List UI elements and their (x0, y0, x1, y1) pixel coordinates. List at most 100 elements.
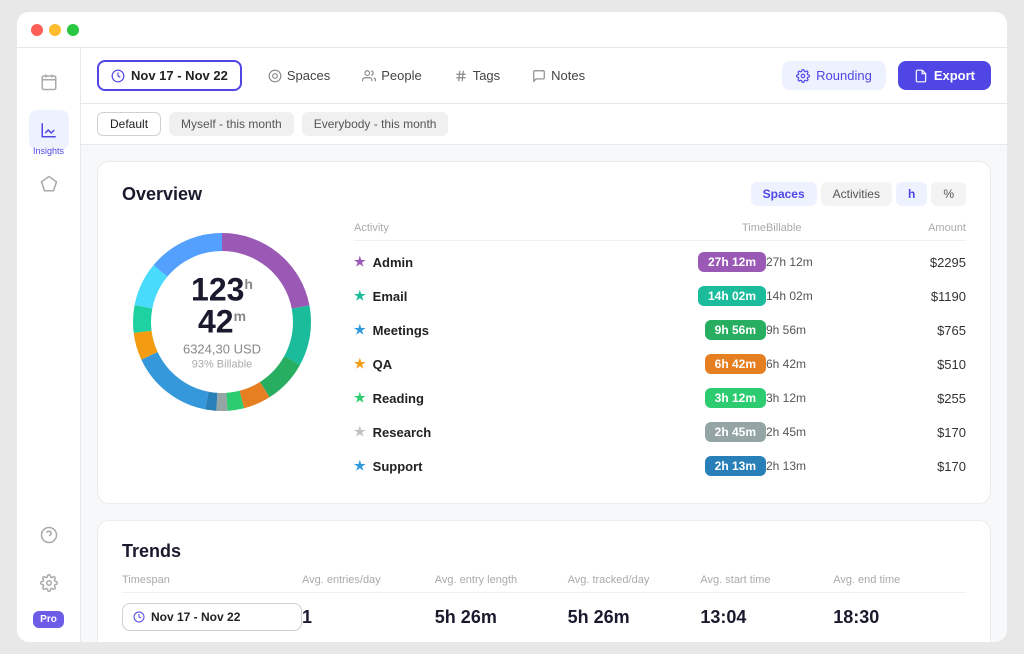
trends-date-button[interactable]: Nov 17 - Nov 22 (122, 603, 302, 631)
sidebar: Insights Pro (17, 48, 81, 642)
hours-suffix: h (244, 276, 253, 292)
sidebar-item-insights[interactable] (29, 110, 69, 150)
minimize-button[interactable] (49, 24, 61, 36)
amount-text: $170 (876, 459, 966, 474)
rounding-button[interactable]: Rounding (782, 61, 886, 90)
activity-row: ★ Email 14h 02m 14h 02m $1190 (354, 279, 966, 313)
topbar: Nov 17 - Nov 22 Spaces People Tags Notes (81, 48, 1007, 104)
activity-row: ★ Research 2h 45m 2h 45m $170 (354, 415, 966, 449)
overview-title: Overview (122, 184, 202, 205)
overview-card: Overview Spaces Activities h (97, 161, 991, 504)
activity-name: ★ Email (354, 288, 646, 304)
billable-text: 14h 02m (766, 289, 876, 303)
time-badge: 3h 12m (705, 388, 766, 408)
amount-text: $765 (876, 323, 966, 338)
activity-name: ★ Support (354, 458, 646, 474)
donut-billable: 93% Billable (172, 359, 272, 371)
avg-start: 13:04 (700, 607, 833, 628)
activity-name: ★ QA (354, 356, 646, 372)
filter-default[interactable]: Default (97, 112, 161, 136)
avg-end: 18:30 (833, 607, 966, 628)
activity-name: ★ Research (354, 424, 646, 440)
date-range-button[interactable]: Nov 17 - Nov 22 (97, 60, 242, 91)
nav-spaces-label: Spaces (287, 68, 330, 83)
activity-row: ★ Meetings 9h 56m 9h 56m $765 (354, 313, 966, 347)
sidebar-insights-label: Insights (33, 146, 64, 156)
activity-name: ★ Meetings (354, 322, 646, 338)
amount-text: $1190 (876, 289, 966, 304)
donut-center: 123h 42m 6324,30 USD 93% Billable (172, 274, 272, 371)
view-toggle: Spaces Activities h % (751, 182, 966, 206)
sidebar-item-settings[interactable] (29, 563, 69, 603)
activity-row: ★ QA 6h 42m 6h 42m $510 (354, 347, 966, 381)
date-range-label: Nov 17 - Nov 22 (131, 68, 228, 83)
nav-tags-label: Tags (473, 68, 500, 83)
activity-rows: ★ Admin 27h 12m 27h 12m $2295 ★ Email 14… (354, 245, 966, 483)
billable-text: 6h 42m (766, 357, 876, 371)
activity-row: ★ Reading 3h 12m 3h 12m $255 (354, 381, 966, 415)
star-icon: ★ (354, 356, 366, 372)
billable-text: 9h 56m (766, 323, 876, 337)
trends-title: Trends (122, 541, 966, 562)
sidebar-item-diamond[interactable] (29, 164, 69, 204)
view-spaces-btn[interactable]: Spaces (751, 182, 817, 206)
trends-header: Timespan Avg. entries/day Avg. entry len… (122, 574, 966, 593)
main-content: Nov 17 - Nov 22 Spaces People Tags Notes (81, 48, 1007, 642)
star-icon: ★ (354, 390, 366, 406)
overview-header: Overview Spaces Activities h (122, 182, 966, 206)
export-button[interactable]: Export (898, 61, 991, 90)
content-area: Overview Spaces Activities h (81, 145, 1007, 642)
avg-entry-length: 5h 26m (435, 607, 568, 628)
donut-chart: 123h 42m 6324,30 USD 93% Billable (122, 222, 322, 422)
minutes-suffix: m (234, 308, 246, 324)
filter-everybody[interactable]: Everybody - this month (302, 112, 449, 136)
amount-text: $255 (876, 391, 966, 406)
time-badge: 2h 13m (705, 456, 766, 476)
activity-name: ★ Reading (354, 390, 646, 406)
view-percent-btn[interactable]: % (931, 182, 966, 206)
star-icon: ★ (354, 254, 366, 270)
nav-people-label: People (381, 68, 421, 83)
sidebar-item-insights-group: Insights (29, 110, 69, 156)
trends-card: Trends Timespan Avg. entries/day Avg. en… (97, 520, 991, 642)
billable-text: 2h 45m (766, 425, 876, 439)
view-activities-btn[interactable]: Activities (821, 182, 892, 206)
billable-text: 27h 12m (766, 255, 876, 269)
activity-name: ★ Admin (354, 254, 646, 270)
activity-table: Activity Time Billable Amount ★ Admin 27… (354, 222, 966, 483)
trends-table: Timespan Avg. entries/day Avg. entry len… (122, 574, 966, 641)
nav-notes-button[interactable]: Notes (518, 62, 599, 89)
nav-people-button[interactable]: People (348, 62, 435, 89)
donut-usd: 6324,30 USD (172, 342, 272, 357)
nav-spaces-button[interactable]: Spaces (254, 62, 344, 89)
time-badge: 14h 02m (698, 286, 766, 306)
maximize-button[interactable] (67, 24, 79, 36)
billable-text: 2h 13m (766, 459, 876, 473)
rounding-label: Rounding (816, 68, 872, 83)
amount-text: $170 (876, 425, 966, 440)
pro-badge[interactable]: Pro (33, 611, 64, 628)
amount-text: $510 (876, 357, 966, 372)
close-button[interactable] (31, 24, 43, 36)
billable-text: 3h 12m (766, 391, 876, 405)
avg-entries: 1 (302, 607, 435, 628)
activity-row: ★ Support 2h 13m 2h 13m $170 (354, 449, 966, 483)
view-hours-btn[interactable]: h (896, 182, 927, 206)
nav-notes-label: Notes (551, 68, 585, 83)
avg-tracked: 5h 26m (568, 607, 701, 628)
time-badge: 27h 12m (698, 252, 766, 272)
time-badge: 6h 42m (705, 354, 766, 374)
amount-text: $2295 (876, 255, 966, 270)
activity-table-header: Activity Time Billable Amount (354, 222, 966, 241)
star-icon: ★ (354, 424, 366, 440)
nav-tags-button[interactable]: Tags (440, 62, 514, 89)
star-icon: ★ (354, 322, 366, 338)
time-badge: 9h 56m (705, 320, 766, 340)
sidebar-item-help[interactable] (29, 515, 69, 555)
sidebar-item-calendar[interactable] (29, 62, 69, 102)
activity-row: ★ Admin 27h 12m 27h 12m $2295 (354, 245, 966, 279)
trends-data-row: Nov 17 - Nov 22 1 5h 26m 5h 26m 13:04 18… (122, 593, 966, 641)
star-icon: ★ (354, 458, 366, 474)
time-badge: 2h 45m (705, 422, 766, 442)
filter-myself[interactable]: Myself - this month (169, 112, 294, 136)
